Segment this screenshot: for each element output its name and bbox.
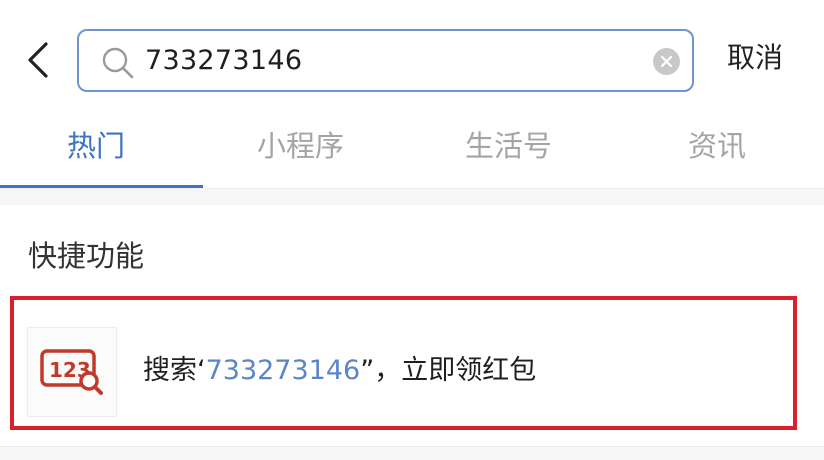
clear-search-button[interactable] [653, 48, 680, 75]
feature-label-suffix: ”，立即领红包 [360, 355, 537, 386]
tab-mini-programs[interactable]: 小程序 [257, 126, 344, 166]
back-button[interactable] [14, 34, 62, 86]
search-input[interactable]: 733273146 [77, 29, 694, 92]
tab-news[interactable]: 资讯 [688, 126, 746, 166]
search-icon [102, 47, 134, 79]
top-bar: 733273146 取消 [0, 0, 824, 120]
close-icon [660, 55, 673, 68]
feature-label-prefix: 搜索‘ [143, 355, 206, 386]
cancel-button[interactable]: 取消 [727, 40, 783, 76]
search-query-text[interactable]: 733273146 [145, 45, 302, 77]
bottom-gap [0, 447, 824, 460]
section-gap [0, 189, 824, 205]
feature-label-keyword: 733273146 [205, 355, 361, 386]
number-search-icon: 123 [27, 327, 117, 417]
tab-hot[interactable]: 热门 [67, 126, 125, 166]
chevron-left-icon [28, 42, 48, 78]
feature-label[interactable]: 搜索‘733273146”，立即领红包 [143, 352, 536, 390]
section-title: 快捷功能 [28, 239, 145, 273]
category-tabs: 热门 小程序 生活号 资讯 [0, 110, 824, 189]
tab-life-accounts[interactable]: 生活号 [465, 126, 552, 166]
